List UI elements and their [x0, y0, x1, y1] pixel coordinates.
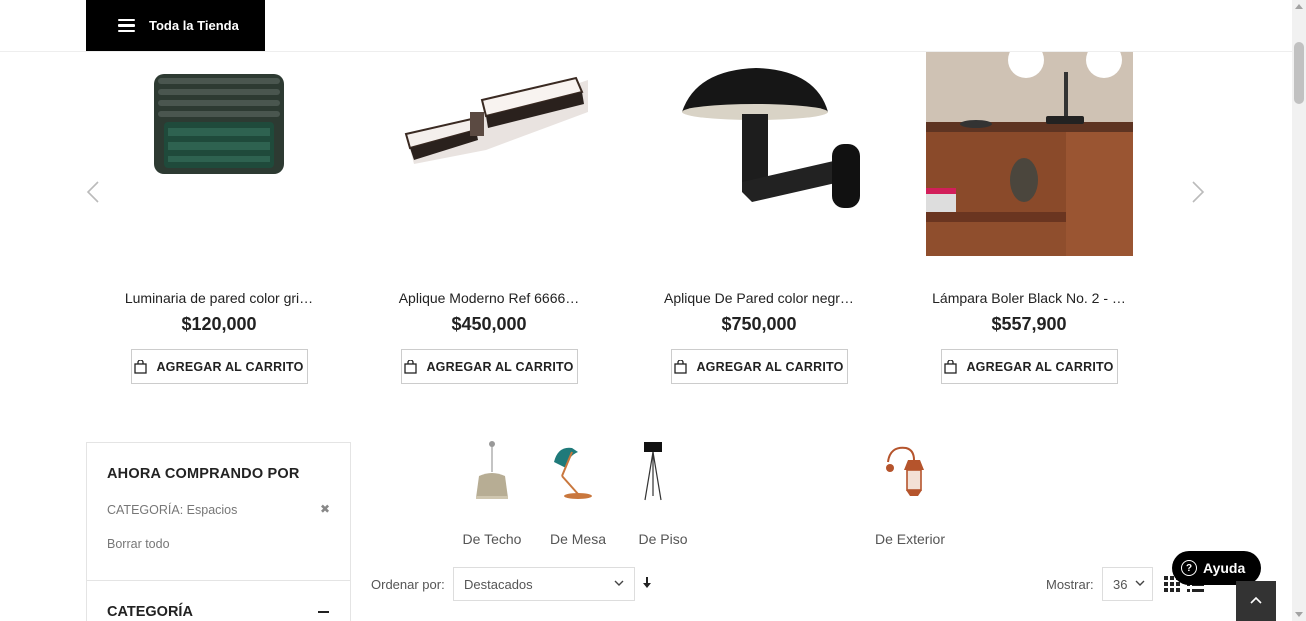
product-price: $450,000 [451, 314, 527, 334]
sort-direction-arrow-icon[interactable] [642, 576, 652, 589]
product-carousel: Luminaria de pared color gri… $120,000 A… [0, 52, 1292, 392]
active-filter: CATEGORÍA: Espacios [107, 503, 237, 517]
product-image[interactable] [116, 52, 323, 256]
sort-select[interactable]: Destacados [453, 567, 635, 601]
carousel-next-button[interactable] [1188, 180, 1208, 204]
product-price: $120,000 [181, 314, 257, 334]
subcategory-label: De Mesa [549, 531, 607, 547]
add-to-cart-button[interactable]: AGREGAR AL CARRITO [940, 349, 1118, 384]
add-to-cart-button[interactable]: AGREGAR AL CARRITO [400, 349, 578, 384]
remove-filter-icon[interactable]: ✖ [320, 502, 330, 516]
product-name[interactable]: Luminaria de pared color gri… [114, 290, 324, 306]
chevron-down-icon [1135, 580, 1145, 586]
product-name[interactable]: Aplique De Pared color negr… [654, 290, 864, 306]
back-to-top-button[interactable] [1236, 581, 1276, 621]
product-image[interactable] [656, 52, 863, 256]
show-label: Mostrar: [1046, 577, 1094, 592]
product-price: $557,900 [991, 314, 1067, 334]
chevron-left-icon [86, 181, 99, 203]
limiter-select[interactable]: 36 [1102, 567, 1153, 601]
carousel-prev-button[interactable] [84, 180, 104, 204]
all-store-button[interactable]: Toda la Tienda [86, 0, 265, 51]
chevron-right-icon [1192, 181, 1205, 203]
subcategory-label: De Exterior [874, 531, 946, 547]
question-icon: ? [1181, 560, 1197, 576]
category-heading[interactable]: CATEGORÍA [107, 604, 193, 620]
scrollbar-thumb[interactable] [1294, 42, 1304, 104]
add-to-cart-button[interactable]: AGREGAR AL CARRITO [130, 349, 308, 384]
menu-icon [118, 18, 135, 33]
product-card: Luminaria de pared color gri… $120,000 A… [104, 52, 334, 384]
chevron-up-icon [1250, 596, 1262, 604]
product-image[interactable] [386, 52, 593, 256]
vertical-scrollbar[interactable] [1292, 0, 1306, 621]
product-price: $750,000 [721, 314, 797, 334]
sort-label: Ordenar por: [371, 577, 445, 592]
filter-sidebar: AHORA COMPRANDO POR CATEGORÍA: Espacios … [86, 442, 351, 621]
now-shopping-title: AHORA COMPRANDO POR [107, 466, 300, 482]
subcategory-label: De Piso [638, 531, 688, 547]
chevron-down-icon [614, 580, 624, 586]
subcategory-de-piso[interactable]: De Piso [633, 438, 693, 547]
limiter-value: 36 [1113, 577, 1128, 592]
add-to-cart-button[interactable]: AGREGAR AL CARRITO [670, 349, 848, 384]
shopping-bag-icon [674, 359, 688, 374]
shopping-bag-icon [944, 359, 958, 374]
subcategory-de-mesa[interactable]: De Mesa [548, 438, 608, 547]
pendant-lamp-icon [462, 438, 522, 504]
product-image[interactable] [925, 52, 1133, 256]
floor-lamp-icon [633, 438, 693, 504]
sort-value: Destacados [464, 577, 533, 592]
subcategory-de-techo[interactable]: De Techo [461, 438, 523, 547]
active-filter-label: CATEGORÍA: [107, 503, 184, 517]
collapse-icon[interactable] [318, 611, 329, 613]
shopping-bag-icon [134, 359, 148, 374]
help-button[interactable]: ? Ayuda [1172, 551, 1261, 585]
product-card: Aplique Moderno Ref 6666… $450,000 AGREG… [374, 52, 604, 384]
product-name[interactable]: Lámpara Boler Black No. 2 - … [924, 290, 1134, 306]
all-store-label: Toda la Tienda [149, 18, 239, 33]
shopping-bag-icon [404, 359, 418, 374]
desk-lamp-icon [548, 438, 608, 504]
top-bar: Toda la Tienda [0, 0, 1292, 52]
help-label: Ayuda [1203, 560, 1246, 576]
product-name[interactable]: Aplique Moderno Ref 6666… [384, 290, 594, 306]
scroll-down-arrow-icon[interactable] [1295, 612, 1303, 617]
outdoor-lantern-icon [880, 438, 940, 504]
active-filter-value: Espacios [186, 503, 238, 517]
clear-all-link[interactable]: Borrar todo [107, 537, 170, 551]
divider [87, 580, 350, 581]
product-card: Aplique De Pared color negr… $750,000 AG… [644, 52, 874, 384]
subcategory-de-exterior[interactable]: De Exterior [872, 438, 948, 547]
scroll-up-arrow-icon[interactable] [1295, 4, 1303, 9]
subcategory-label: De Techo [462, 531, 522, 547]
product-card: Lámpara Boler Black No. 2 - … $557,900 A… [914, 52, 1144, 384]
